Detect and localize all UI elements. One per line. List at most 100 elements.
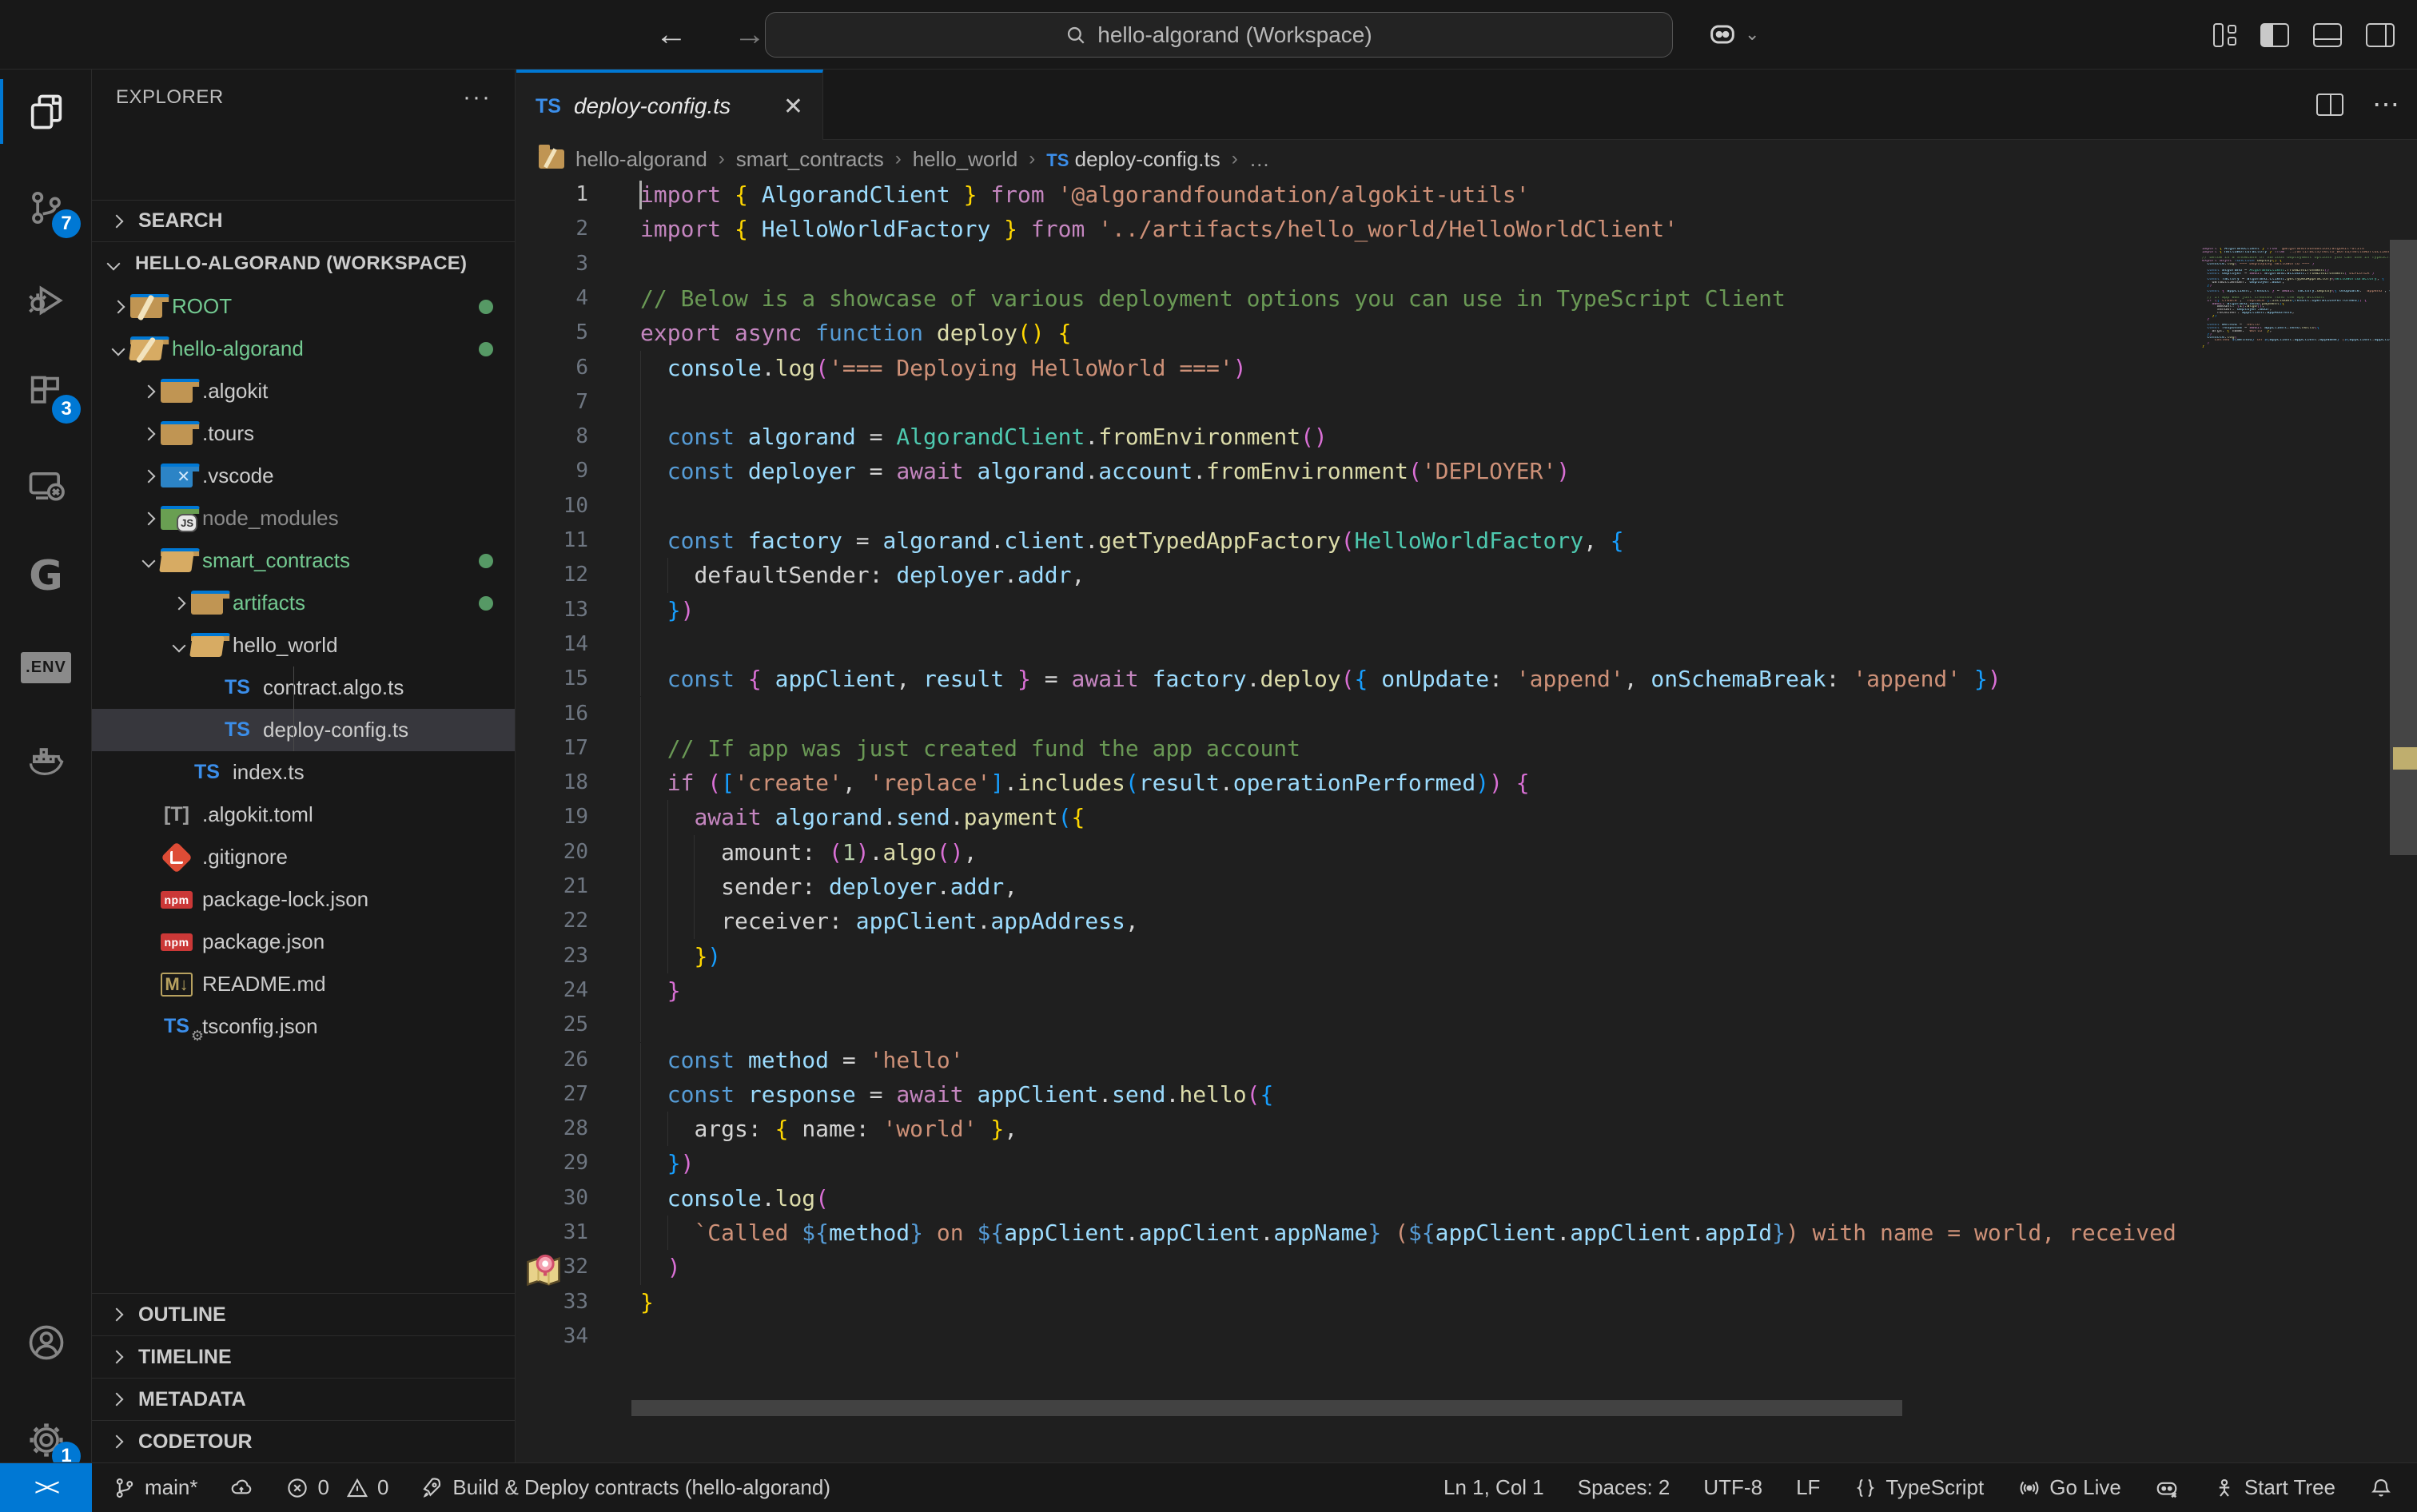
customize-layout-icon[interactable] [2213, 23, 2236, 47]
code-line-34[interactable]: 34 [516, 1319, 2417, 1354]
code-line-17[interactable]: 17 // If app was just created fund the a… [516, 731, 2417, 766]
activity-item-gitlens[interactable]: G [0, 534, 92, 618]
command-center-search[interactable]: hello-algorand (Workspace) [765, 12, 1673, 58]
code-line-29[interactable]: 29 }) [516, 1146, 2417, 1180]
status-copilot-status[interactable] [2155, 1476, 2179, 1500]
activity-item-accounts[interactable] [0, 1300, 92, 1384]
tree-item-index.ts[interactable]: TSindex.ts [92, 751, 516, 794]
tree-item-.algokit[interactable]: .algokit [92, 370, 516, 412]
section-outline[interactable]: OUTLINE [92, 1293, 516, 1335]
toggle-primary-sidebar-icon[interactable] [2260, 23, 2289, 47]
status-encoding[interactable]: UTF-8 [1703, 1475, 1762, 1500]
code-line-2[interactable]: 2import { HelloWorldFactory } from '../a… [516, 212, 2417, 246]
code-line-32[interactable]: 32 ) [516, 1250, 2417, 1284]
code-line-20[interactable]: 20 amount: (1).algo(), [516, 835, 2417, 869]
toggle-panel-icon[interactable] [2313, 23, 2342, 47]
section-search[interactable]: SEARCH [92, 200, 516, 242]
close-icon[interactable]: ✕ [783, 93, 803, 121]
code-line-22[interactable]: 22 receiver: appClient.appAddress, [516, 904, 2417, 938]
vertical-scrollbar[interactable] [2390, 70, 2417, 1462]
tree-item-hello_world[interactable]: hello_world [92, 624, 516, 666]
tree-item-README.md[interactable]: M↓README.md [92, 963, 516, 1005]
code-line-15[interactable]: 15 const { appClient, result } = await f… [516, 662, 2417, 696]
status-eol[interactable]: LF [1796, 1475, 1820, 1500]
tree-item-.tours[interactable]: .tours [92, 412, 516, 455]
section-metadata[interactable]: METADATA [92, 1378, 516, 1420]
tree-item-smart_contracts[interactable]: smart_contracts [92, 539, 516, 582]
horizontal-scrollbar[interactable] [631, 1400, 1902, 1416]
code-line-33[interactable]: 33} [516, 1285, 2417, 1319]
section-workspace[interactable]: HELLO-ALGORAND (WORKSPACE) [92, 242, 516, 284]
breadcrumb-item[interactable]: smart_contracts [736, 147, 884, 172]
code-line-10[interactable]: 10 [516, 489, 2417, 523]
code-line-14[interactable]: 14 [516, 627, 2417, 662]
tab-deploy-config[interactable]: TS deploy-config.ts ✕ [516, 70, 823, 140]
breadcrumb-item[interactable]: … [1249, 147, 1270, 172]
status-start-tree[interactable]: Start Tree [2212, 1475, 2335, 1500]
activity-item-explorer[interactable] [0, 70, 92, 153]
back-icon[interactable]: ← [655, 17, 687, 53]
code-line-5[interactable]: 5export async function deploy() { [516, 316, 2417, 350]
code-line-16[interactable]: 16 [516, 697, 2417, 731]
code-line-26[interactable]: 26 const method = 'hello' [516, 1043, 2417, 1077]
tree-item-tsconfig.json[interactable]: TStsconfig.json [92, 1005, 516, 1048]
tree-item-deploy-config.ts[interactable]: TSdeploy-config.ts [92, 709, 516, 751]
code-editor[interactable]: 1import { AlgorandClient } from '@algora… [516, 177, 2417, 1462]
code-line-21[interactable]: 21 sender: deployer.addr, [516, 869, 2417, 904]
breadcrumb-item[interactable]: hello_world [913, 147, 1018, 172]
code-line-13[interactable]: 13 }) [516, 593, 2417, 627]
tree-item-hello-algorand[interactable]: hello-algorand [92, 328, 516, 370]
activity-item-dotenv[interactable]: .ENV [0, 626, 92, 710]
minimap[interactable]: import { AlgorandClient } from '@algoran… [2202, 140, 2390, 1462]
code-line-28[interactable]: 28 args: { name: 'world' }, [516, 1112, 2417, 1146]
forward-icon[interactable]: → [734, 17, 766, 53]
status-go-live[interactable]: Go Live [2017, 1475, 2121, 1500]
activity-item-docker[interactable] [0, 718, 92, 802]
section-codetour[interactable]: CODETOUR [92, 1420, 516, 1462]
code-line-8[interactable]: 8 const algorand = AlgorandClient.fromEn… [516, 420, 2417, 454]
status-language-mode[interactable]: TypeScript [1854, 1475, 1984, 1500]
tree-item-node_modules[interactable]: node_modules [92, 497, 516, 539]
remote-indicator[interactable]: >< [0, 1463, 92, 1512]
tree-item-artifacts[interactable]: artifacts [92, 582, 516, 624]
status-cursor-position[interactable]: Ln 1, Col 1 [1443, 1475, 1544, 1500]
code-line-1[interactable]: 1import { AlgorandClient } from '@algora… [516, 177, 2417, 212]
breadcrumb-item[interactable]: hello-algorand [575, 147, 707, 172]
breadcrumb-item[interactable]: TS deploy-config.ts [1046, 147, 1220, 172]
copilot-menu[interactable]: ⌄ [1706, 11, 1759, 58]
tree-item-.gitignore[interactable]: .gitignore [92, 836, 516, 878]
tree-item-package.json[interactable]: npmpackage.json [92, 921, 516, 963]
tree-item-ROOT[interactable]: ROOT [92, 285, 516, 328]
tree-item-package-lock.json[interactable]: npmpackage-lock.json [92, 878, 516, 921]
code-line-3[interactable]: 3 [516, 247, 2417, 281]
code-line-7[interactable]: 7 [516, 385, 2417, 420]
split-editor-icon[interactable] [2316, 94, 2343, 116]
activity-item-remote-explorer[interactable] [0, 444, 92, 527]
status-problems[interactable]: 00 [285, 1475, 388, 1500]
code-line-12[interactable]: 12 defaultSender: deployer.addr, [516, 558, 2417, 592]
code-line-27[interactable]: 27 const response = await appClient.send… [516, 1077, 2417, 1112]
code-line-23[interactable]: 23 }) [516, 939, 2417, 973]
status-build-task[interactable]: Build & Deploy contracts (hello-algorand… [420, 1475, 830, 1500]
status-sync[interactable] [229, 1476, 253, 1500]
tree-item-.vscode[interactable]: .vscode [92, 455, 516, 497]
code-line-31[interactable]: 31 `Called ${method} on ${appClient.appC… [516, 1216, 2417, 1250]
code-line-30[interactable]: 30 console.log( [516, 1181, 2417, 1216]
code-line-24[interactable]: 24 } [516, 973, 2417, 1008]
toggle-secondary-sidebar-icon[interactable] [2366, 23, 2395, 47]
code-line-11[interactable]: 11 const factory = algorand.client.getTy… [516, 523, 2417, 558]
code-line-25[interactable]: 25 [516, 1008, 2417, 1042]
code-line-19[interactable]: 19 await algorand.send.payment({ [516, 800, 2417, 834]
status-notifications[interactable] [2369, 1476, 2393, 1500]
code-line-9[interactable]: 9 const deployer = await algorand.accoun… [516, 454, 2417, 488]
explorer-more-actions-icon[interactable]: ··· [463, 84, 492, 111]
tree-item-.algokit.toml[interactable]: [T].algokit.toml [92, 794, 516, 836]
activity-item-extensions[interactable]: 3 [0, 351, 92, 435]
code-line-18[interactable]: 18 if (['create', 'replace'].includes(re… [516, 766, 2417, 800]
code-line-6[interactable]: 6 console.log('=== Deploying HelloWorld … [516, 351, 2417, 385]
status-branch[interactable]: main* [113, 1475, 197, 1500]
tree-item-contract.algo.ts[interactable]: TScontract.algo.ts [92, 666, 516, 709]
section-timeline[interactable]: TIMELINE [92, 1335, 516, 1378]
code-line-4[interactable]: 4// Below is a showcase of various deplo… [516, 281, 2417, 316]
activity-item-run-debug[interactable] [0, 258, 92, 342]
